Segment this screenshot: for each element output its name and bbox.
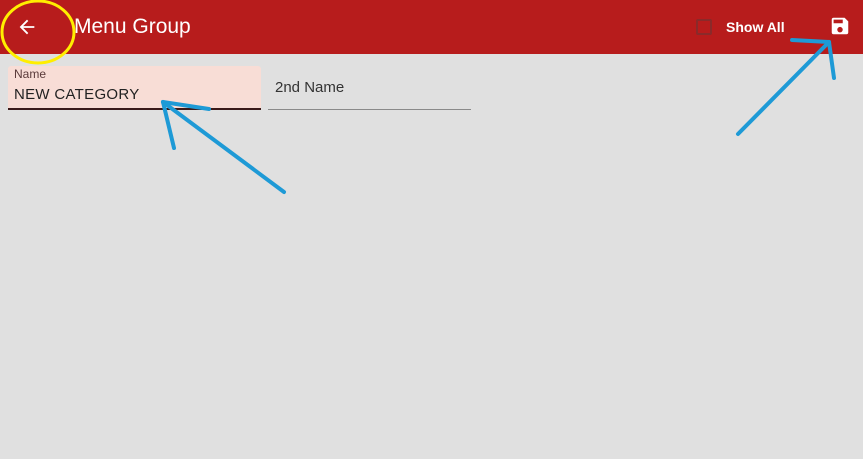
app-bar: Menu Group Show All <box>0 0 863 54</box>
annotation-arrow-save-button <box>736 38 836 136</box>
second-name-field[interactable]: 2nd Name <box>268 66 471 110</box>
show-all-toggle[interactable]: Show All <box>696 15 785 39</box>
annotation-arrow-name-field <box>161 100 286 194</box>
page-title: Menu Group <box>74 15 191 38</box>
floppy-disk-icon <box>831 17 849 35</box>
arrow-left-icon <box>19 19 35 35</box>
show-all-label: Show All <box>726 19 785 35</box>
show-all-checkbox[interactable] <box>696 19 712 35</box>
name-field-label: Name <box>14 67 47 81</box>
second-name-placeholder: 2nd Name <box>275 79 345 96</box>
menu-group-screen: Menu Group Show All Name NEW CATEGORY 2n… <box>0 0 863 459</box>
name-field[interactable]: Name NEW CATEGORY <box>8 66 261 110</box>
back-button[interactable] <box>8 8 46 46</box>
name-field-value[interactable]: NEW CATEGORY <box>14 86 140 103</box>
save-button[interactable] <box>826 12 854 40</box>
